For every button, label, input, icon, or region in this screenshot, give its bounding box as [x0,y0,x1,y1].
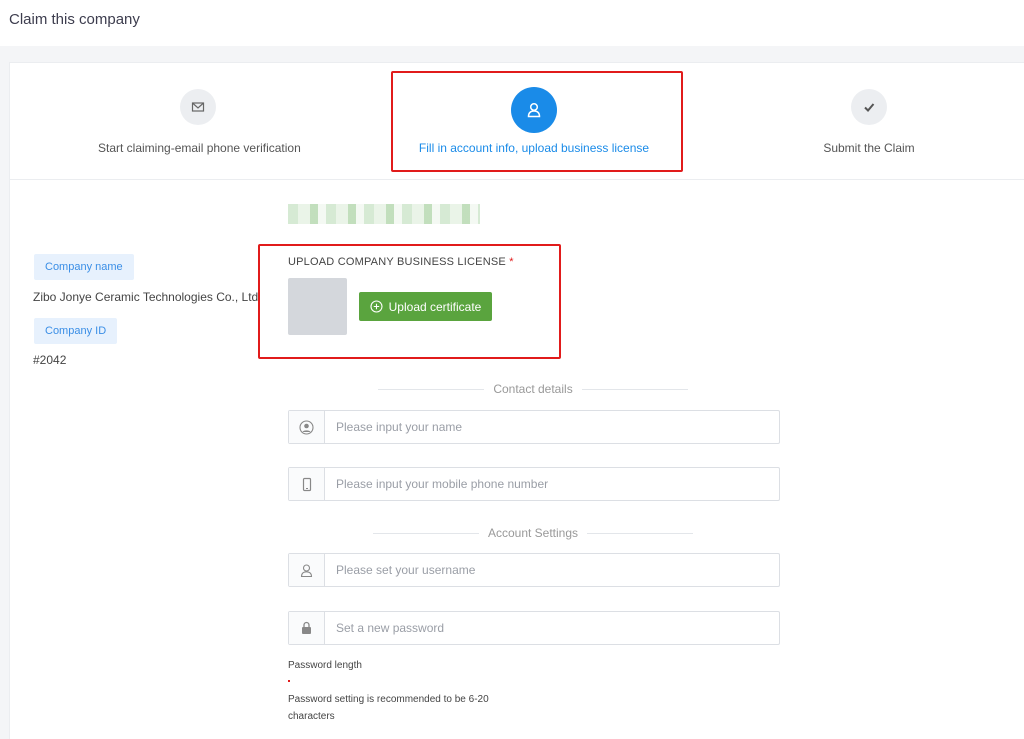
envelope-icon [180,89,216,125]
account-settings-title: Account Settings [487,526,579,540]
password-hint-line2: characters [288,711,335,722]
step-highlight-frame [391,71,683,172]
company-id-value: #2042 [33,353,67,367]
claim-card: Start claiming-email phone verification … [9,62,1024,739]
company-name-tag: Company name [34,254,134,280]
user-circle-icon [289,411,325,443]
account-settings-divider: Account Settings [373,525,693,541]
contact-details-title: Contact details [493,382,573,396]
phone-field [288,467,780,501]
company-name-value: Zibo Jonye Ceramic Technologies Co., Ltd [33,290,259,304]
phone-input[interactable] [325,468,779,500]
page-header: Claim this company [0,0,1024,46]
step-submit-claim: Submit the Claim [769,63,969,180]
password-input[interactable] [325,612,779,644]
hint-marker [288,680,290,682]
name-input[interactable] [325,411,779,443]
password-hint-line1: Password setting is recommended to be 6-… [288,694,489,705]
step-label: Submit the Claim [823,141,915,155]
username-input[interactable] [325,554,779,586]
contact-details-divider: Contact details [378,381,689,397]
checkmark-icon [851,89,887,125]
step-label: Start claiming-email phone verification [98,141,301,155]
username-field [288,553,780,587]
lock-icon [289,612,325,644]
password-field [288,611,780,645]
name-field [288,410,780,444]
upload-highlight-frame [258,244,561,359]
company-id-tag: Company ID [34,318,118,344]
blurred-company-name [288,204,480,224]
mobile-phone-icon [289,468,325,500]
user-icon [289,554,325,586]
step-email-verification: Start claiming-email phone verification [98,63,301,180]
page-title: Claim this company [9,11,140,28]
password-hint-title: Password length [288,660,362,671]
steps-bar: Start claiming-email phone verification … [10,63,1024,180]
